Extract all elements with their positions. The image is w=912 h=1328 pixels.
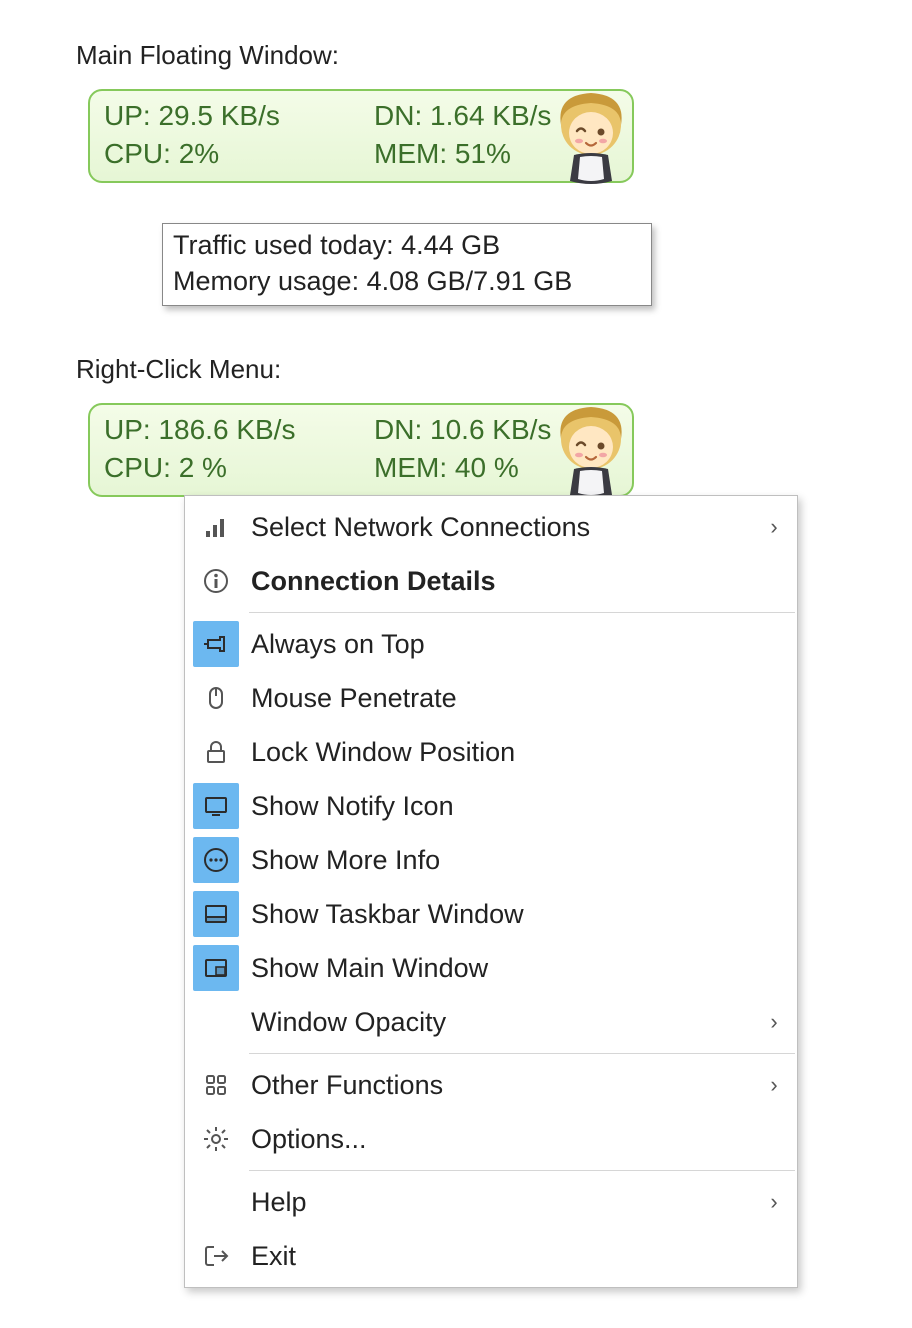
menu-separator [249,612,795,613]
menu-item-select-network-connections[interactable]: Select Network Connections › [187,500,795,554]
tray-icon [202,792,230,820]
menu-label: Select Network Connections [245,512,753,543]
tooltip: Traffic used today: 4.44 GB Memory usage… [162,223,652,306]
cpu-label: CPU: [104,138,171,169]
dn-value: 10.6 KB/s [430,414,551,445]
tooltip-line-traffic: Traffic used today: 4.44 GB [173,228,641,264]
menu-item-options[interactable]: Options... [187,1112,795,1166]
menu-label: Always on Top [245,629,753,660]
menu-label: Show Main Window [245,953,753,984]
section-title-main: Main Floating Window: [76,40,912,71]
menu-item-mouse-penetrate[interactable]: Mouse Penetrate [187,671,795,725]
info-circle-icon [202,567,230,595]
menu-item-show-taskbar-window[interactable]: Show Taskbar Window [187,887,795,941]
context-menu[interactable]: Select Network Connections › Connection … [184,495,798,1288]
pin-icon [202,630,230,658]
lock-icon [202,738,230,766]
menu-item-show-more-info[interactable]: Show More Info [187,833,795,887]
menu-label: Mouse Penetrate [245,683,753,714]
menu-label: Help [245,1187,753,1218]
menu-label: Window Opacity [245,1007,753,1038]
dn-value: 1.64 KB/s [430,100,551,131]
menu-item-show-main-window[interactable]: Show Main Window [187,941,795,995]
menu-label: Connection Details [245,566,753,597]
mem-value: 51% [455,138,511,169]
floating-widget-2[interactable]: UP: 186.6 KB/s DN: 10.6 KB/s CPU: 2 % ME… [88,403,634,497]
taskbar-icon [202,900,230,928]
menu-separator [249,1170,795,1171]
menu-item-exit[interactable]: Exit [187,1229,795,1283]
exit-icon [202,1242,230,1270]
cpu-label: CPU: [104,452,171,483]
mouse-icon [202,684,230,712]
chevron-right-icon: › [753,1072,795,1098]
menu-item-help[interactable]: Help › [187,1175,795,1229]
mem-value: 40 % [455,452,519,483]
cpu-value: 2 % [179,452,227,483]
cpu-value: 2% [179,138,219,169]
menu-item-window-opacity[interactable]: Window Opacity › [187,995,795,1049]
menu-item-other-functions[interactable]: Other Functions › [187,1058,795,1112]
menu-label: Lock Window Position [245,737,753,768]
mascot-icon [546,85,636,185]
menu-label: Exit [245,1241,753,1272]
floating-widget[interactable]: UP: 29.5 KB/s DN: 1.64 KB/s CPU: 2% MEM:… [88,89,634,183]
up-value: 186.6 KB/s [158,414,295,445]
section-title-menu: Right-Click Menu: [76,354,912,385]
mem-label: MEM: [374,452,447,483]
main-window-icon [202,954,230,982]
menu-label: Show Notify Icon [245,791,753,822]
menu-separator [249,1053,795,1054]
dn-label: DN: [374,100,422,131]
mascot-icon [546,399,636,499]
signal-bars-icon [202,513,230,541]
menu-item-connection-details[interactable]: Connection Details [187,554,795,608]
menu-label: Show More Info [245,845,753,876]
mem-label: MEM: [374,138,447,169]
menu-label: Options... [245,1124,753,1155]
menu-item-show-notify-icon[interactable]: Show Notify Icon [187,779,795,833]
gear-icon [202,1125,230,1153]
chevron-right-icon: › [753,1009,795,1035]
up-label: UP: [104,100,151,131]
grid-4-icon [202,1071,230,1099]
more-circle-icon [202,846,230,874]
up-label: UP: [104,414,151,445]
chevron-right-icon: › [753,514,795,540]
chevron-right-icon: › [753,1189,795,1215]
menu-item-always-on-top[interactable]: Always on Top [187,617,795,671]
tooltip-line-memory: Memory usage: 4.08 GB/7.91 GB [173,264,641,300]
menu-label: Show Taskbar Window [245,899,753,930]
menu-label: Other Functions [245,1070,753,1101]
dn-label: DN: [374,414,422,445]
up-value: 29.5 KB/s [158,100,279,131]
menu-item-lock-window-position[interactable]: Lock Window Position [187,725,795,779]
